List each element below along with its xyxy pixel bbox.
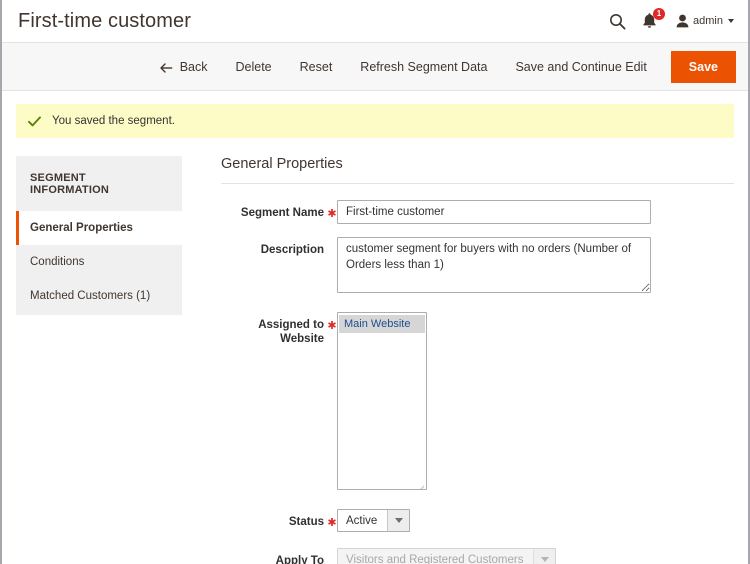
status-label: Status [288, 516, 324, 528]
sidebar-item-label: Conditions [30, 256, 85, 268]
success-message: You saved the segment. [16, 104, 734, 138]
back-button-label: Back [179, 59, 208, 74]
sidebar-item-label: Matched Customers (1) [30, 290, 151, 302]
page-actions-toolbar: Back Delete Reset Refresh Segment Data S… [2, 42, 748, 91]
resize-grip-icon [417, 480, 425, 489]
header-actions: 1 admin [609, 8, 734, 30]
sidebar-item-general-properties[interactable]: General Properties [16, 211, 182, 245]
messages-area: You saved the segment. [2, 91, 748, 138]
search-icon[interactable] [609, 13, 626, 30]
status-select-arrow [387, 510, 410, 531]
assigned-to-website-label: Assigned to Website [258, 319, 324, 345]
field-description: Description ✱ customer segment for buyer… [221, 237, 734, 298]
delete-button[interactable]: Delete [222, 54, 286, 80]
required-marker: ✱ [327, 320, 337, 332]
multiselect-option-main-website[interactable]: Main Website [339, 315, 425, 333]
apply-to-control: Visitors and Registered Customers [337, 548, 557, 564]
sidebar-title: SEGMENT INFORMATION [30, 172, 109, 196]
assigned-to-website-multiselect[interactable]: Main Website [337, 312, 427, 490]
user-icon [676, 14, 689, 28]
chevron-down-icon [728, 19, 734, 23]
apply-to-label: Apply To [275, 555, 324, 564]
refresh-segment-data-button[interactable]: Refresh Segment Data [346, 54, 501, 80]
required-marker: ✱ [327, 517, 337, 529]
field-segment-name: Segment Name ✱ [221, 200, 734, 224]
field-assigned-to-website: Assigned to Website ✱ Main Website [221, 312, 734, 490]
segment-name-input[interactable] [337, 200, 651, 224]
apply-to-selected-value: Visitors and Registered Customers [346, 553, 524, 564]
general-properties-panel: General Properties Segment Name ✱ Descri… [182, 156, 734, 564]
required-marker-placeholder: ✱ [327, 548, 337, 564]
sidebar-item-label: General Properties [30, 222, 133, 234]
reset-button[interactable]: Reset [286, 54, 347, 80]
notification-count-badge: 1 [653, 8, 666, 20]
check-icon [28, 115, 41, 127]
apply-to-select: Visitors and Registered Customers [337, 548, 557, 564]
chevron-down-icon [394, 518, 403, 523]
apply-to-select-arrow [533, 549, 556, 564]
save-button[interactable]: Save [670, 50, 736, 83]
page-title: First-time customer [18, 9, 192, 32]
status-selected-value: Active [346, 514, 378, 527]
assigned-to-website-control: Main Website [337, 312, 427, 490]
arrow-left-icon [160, 62, 173, 73]
description-label: Description [260, 244, 324, 256]
save-and-continue-edit-button[interactable]: Save and Continue Edit [501, 54, 660, 80]
required-marker: ✱ [327, 208, 337, 220]
status-select[interactable]: Active [337, 509, 411, 532]
field-status: Status ✱ Active [221, 509, 734, 532]
back-button[interactable]: Back [146, 54, 222, 80]
description-control: customer segment for buyers with no orde… [337, 237, 651, 298]
segment-name-label: Segment Name [240, 207, 324, 219]
user-menu[interactable]: admin [676, 14, 734, 28]
segment-name-control [337, 200, 651, 224]
required-marker-placeholder: ✱ [327, 237, 337, 257]
description-textarea[interactable]: customer segment for buyers with no orde… [337, 237, 651, 293]
success-message-text: You saved the segment. [52, 115, 175, 127]
user-name-label: admin [693, 15, 723, 27]
chevron-down-icon [540, 557, 549, 562]
segment-information-sidebar: SEGMENT INFORMATION General Properties C… [16, 156, 182, 315]
sidebar-item-matched-customers[interactable]: Matched Customers (1) [16, 279, 182, 313]
sidebar-item-conditions[interactable]: Conditions [16, 245, 182, 279]
status-control: Active [337, 509, 411, 532]
page-body: SEGMENT INFORMATION General Properties C… [2, 138, 748, 564]
section-title: General Properties [221, 156, 734, 184]
admin-header: First-time customer 1 admin [2, 0, 748, 42]
admin-page: First-time customer 1 admin Back Delete … [0, 0, 750, 564]
notifications-button[interactable]: 1 [642, 8, 666, 30]
field-apply-to: Apply To ✱ Visitors and Registered Custo… [221, 548, 734, 564]
